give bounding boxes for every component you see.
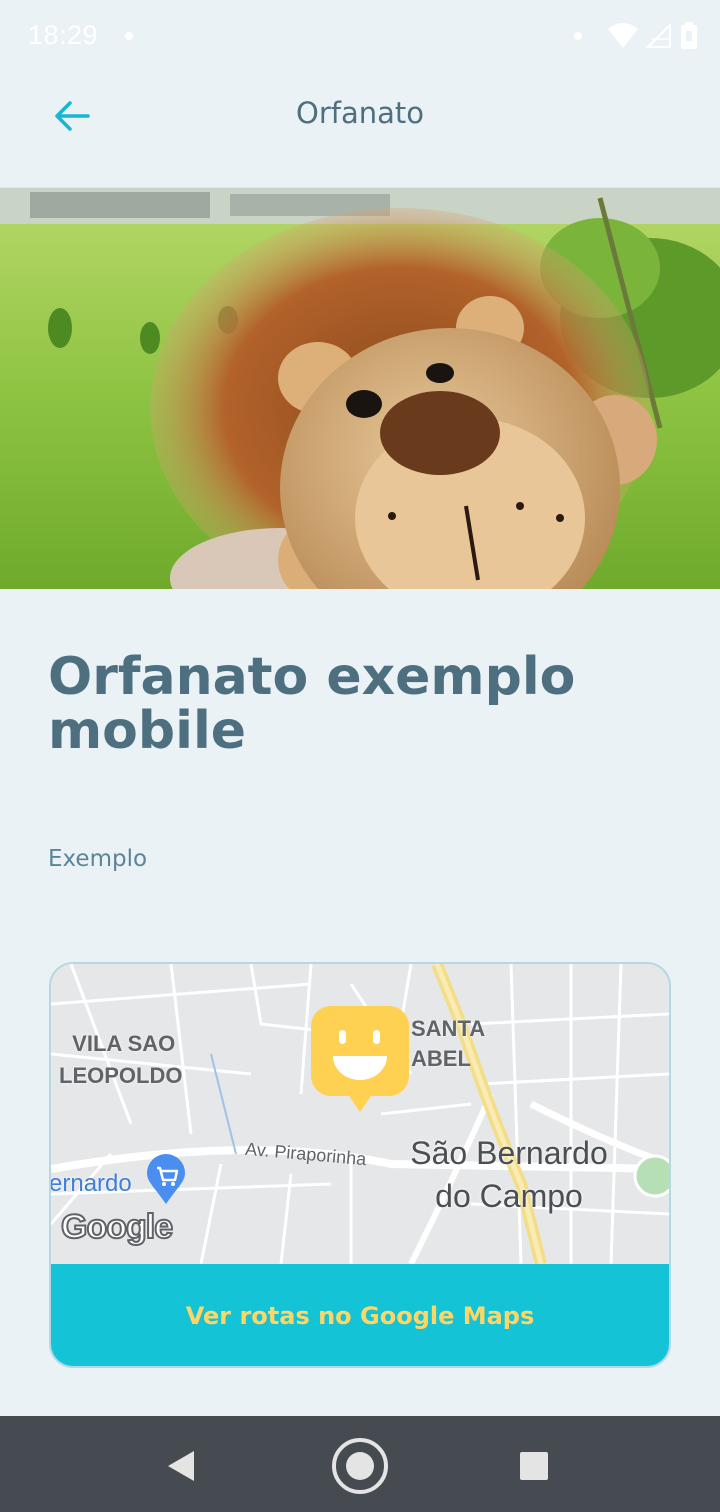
map-label-city: São Bernardo do Campo: [410, 1135, 608, 1214]
app-header: Orfanato: [0, 74, 720, 188]
page-title: Orfanato: [296, 96, 424, 130]
orphanage-name: Orfanato exemplo mobile: [48, 647, 576, 761]
status-icons: [574, 22, 698, 50]
notification-dot-icon: [125, 32, 133, 40]
google-watermark: Google: [60, 1207, 174, 1247]
wifi-icon: [608, 23, 638, 48]
map-label-poi: ernardo: [51, 1170, 132, 1197]
nav-recents-button[interactable]: [502, 1434, 566, 1498]
nav-back-icon: [168, 1451, 194, 1481]
nav-back-button[interactable]: [150, 1434, 214, 1498]
map-view[interactable]: VILA SAO LEOPOLDO SANTA ABEL Av. Pirapor…: [51, 964, 669, 1264]
signal-icon: [646, 23, 671, 48]
route-button-label: Ver rotas no Google Maps: [185, 1302, 535, 1330]
orphanage-photo: [0, 188, 720, 589]
map-card: VILA SAO LEOPOLDO SANTA ABEL Av. Pirapor…: [49, 962, 671, 1368]
status-indicator-dot-icon: [574, 32, 582, 40]
battery-icon: [681, 22, 697, 49]
status-bar: 18:29: [0, 0, 720, 74]
shopping-pin-icon: [147, 1154, 185, 1204]
nav-home-button[interactable]: [328, 1434, 392, 1498]
map-label-neighborhood-1: VILA SAO LEOPOLDO: [59, 1031, 183, 1088]
system-navigation-bar: [0, 1416, 720, 1512]
nav-recents-icon: [520, 1452, 548, 1480]
status-time: 18:29: [28, 20, 99, 50]
happy-face-marker-icon[interactable]: [311, 1004, 409, 1116]
map-label-neighborhood-2: SANTA ABEL: [411, 1016, 486, 1071]
nav-home-icon: [332, 1438, 388, 1494]
orphanage-description: Exemplo: [48, 846, 148, 872]
open-google-maps-routes-button[interactable]: Ver rotas no Google Maps: [51, 1264, 669, 1366]
plush-lion-photo: [0, 188, 720, 589]
